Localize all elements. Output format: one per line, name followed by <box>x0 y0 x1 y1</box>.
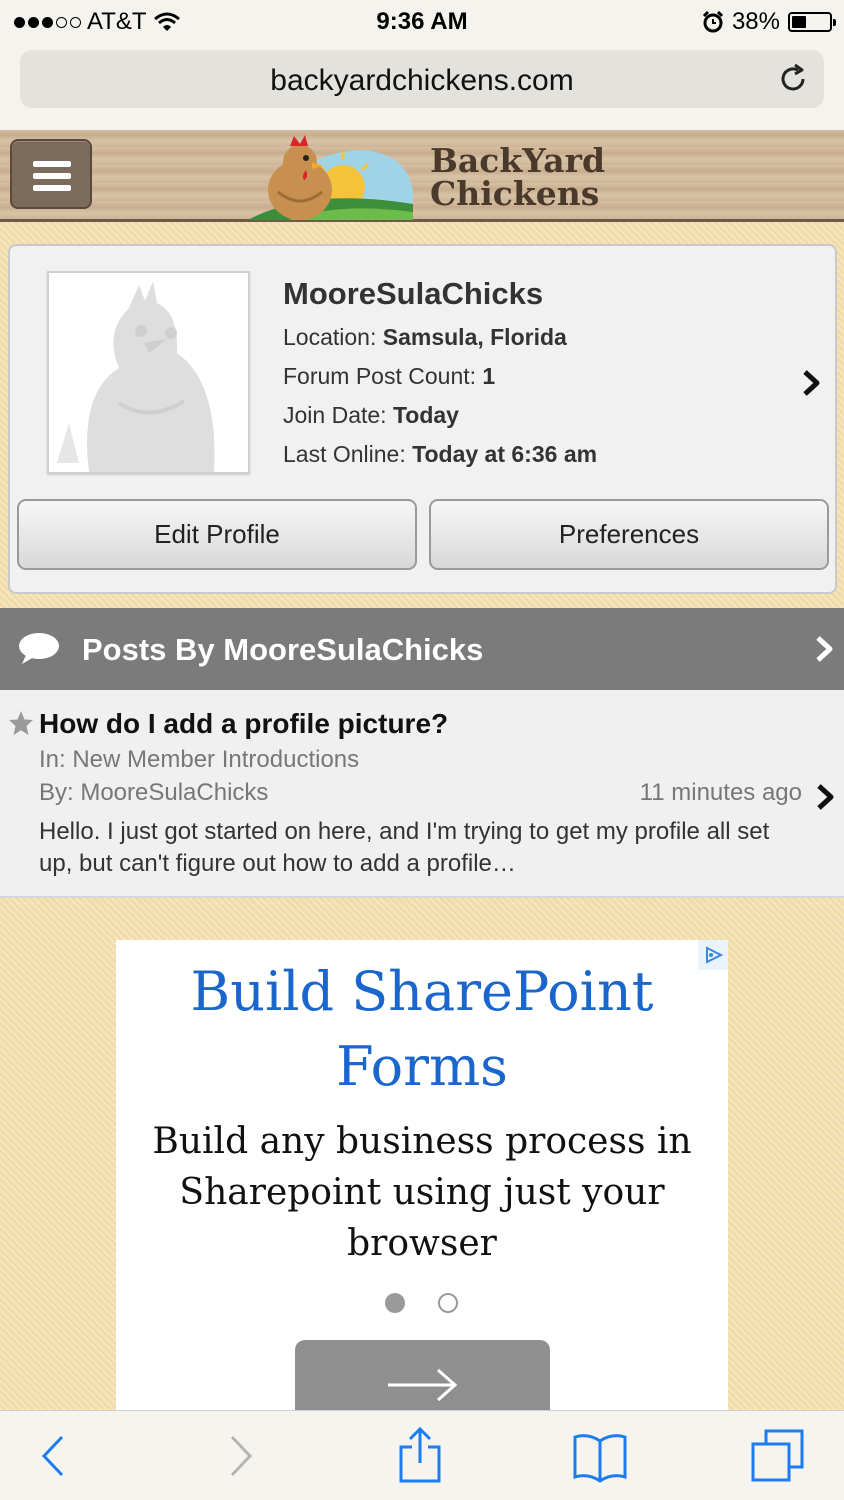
chicken-logo-icon[interactable] <box>248 132 413 220</box>
post-timestamp: 11 minutes ago <box>639 779 802 806</box>
bookmarks-icon[interactable] <box>572 1427 628 1485</box>
hamburger-icon-bar <box>33 185 71 191</box>
last-online-value: Today at 6:36 am <box>412 441 598 467</box>
post-count-value: 1 <box>482 363 496 389</box>
posts-section-header[interactable]: Posts By MooreSulaChicks <box>0 608 844 690</box>
chevron-right-icon[interactable] <box>800 368 824 398</box>
carousel-dot[interactable] <box>438 1293 458 1313</box>
logo-line-2: Chickens <box>430 174 600 213</box>
location-label: Location: <box>283 324 377 350</box>
arrow-right-icon <box>388 1368 458 1402</box>
status-bar: AT&T 9:36 AM 38% <box>0 0 844 44</box>
forward-icon[interactable] <box>226 1427 256 1485</box>
carousel-dot-active[interactable] <box>385 1293 405 1313</box>
join-date-value: Today <box>392 402 459 428</box>
browser-chrome: backyardchickens.com <box>0 44 844 130</box>
speech-bubble-icon <box>19 633 59 664</box>
posts-section-title: Posts By MooreSulaChicks <box>82 632 484 667</box>
site-logo-text[interactable]: BackYard Chickens <box>430 144 605 210</box>
menu-button[interactable] <box>10 139 92 209</box>
ad-section: Build SharePoint Forms Build any busines… <box>0 898 844 1410</box>
site-header: BackYard Chickens <box>0 130 844 222</box>
hamburger-icon <box>33 161 71 167</box>
default-chicken-avatar-icon <box>57 281 215 472</box>
hamburger-icon-bar <box>33 173 71 179</box>
logo-line-1: BackYard <box>430 141 606 180</box>
preferences-button[interactable]: Preferences <box>429 499 829 570</box>
post-excerpt: Hello. I just got started on here, and I… <box>39 818 770 877</box>
tabs-icon[interactable] <box>750 1427 806 1485</box>
chevron-right-icon[interactable] <box>814 635 836 663</box>
post-count-label: Forum Post Count: <box>283 363 477 389</box>
reload-icon[interactable] <box>776 62 810 96</box>
profile-join-date: Join Date: Today <box>283 402 459 429</box>
star-icon[interactable] <box>8 710 34 736</box>
post-author: By: MooreSulaChicks <box>39 779 269 806</box>
post-title[interactable]: How do I add a profile picture? <box>39 708 448 740</box>
join-date-label: Join Date: <box>283 402 387 428</box>
share-icon[interactable] <box>396 1427 444 1485</box>
address-bar[interactable]: backyardchickens.com <box>20 50 824 108</box>
battery-icon <box>788 12 836 32</box>
alarm-icon <box>702 11 724 33</box>
edit-profile-button[interactable]: Edit Profile <box>17 499 417 570</box>
last-online-label: Last Online: <box>283 441 406 467</box>
ad-body: Build any business process in Sharepoint… <box>152 1121 692 1264</box>
avatar[interactable] <box>47 271 250 474</box>
post-forum: In: New Member Introductions <box>39 746 360 773</box>
profile-last-online: Last Online: Today at 6:36 am <box>283 441 597 468</box>
status-right: 38% <box>702 8 836 36</box>
ad-headline[interactable]: Build SharePoint Forms <box>116 954 728 1104</box>
browser-toolbar <box>0 1410 844 1500</box>
ad-cta-button[interactable] <box>295 1340 550 1410</box>
url-text[interactable]: backyardchickens.com <box>20 64 824 98</box>
profile-card[interactable]: MooreSulaChicks Location: Samsula, Flori… <box>8 244 837 594</box>
post-list-item[interactable]: How do I add a profile picture? In: New … <box>0 690 844 898</box>
location-value: Samsula, Florida <box>382 324 567 350</box>
profile-username: MooreSulaChicks <box>283 276 544 311</box>
profile-location: Location: Samsula, Florida <box>283 324 567 351</box>
profile-section: MooreSulaChicks Location: Samsula, Flori… <box>0 222 844 608</box>
profile-post-count: Forum Post Count: 1 <box>283 363 495 390</box>
battery-percent: 38% <box>731 8 780 35</box>
back-icon[interactable] <box>38 1427 68 1485</box>
chevron-right-icon[interactable] <box>815 782 837 812</box>
advertisement[interactable]: Build SharePoint Forms Build any busines… <box>116 940 728 1410</box>
